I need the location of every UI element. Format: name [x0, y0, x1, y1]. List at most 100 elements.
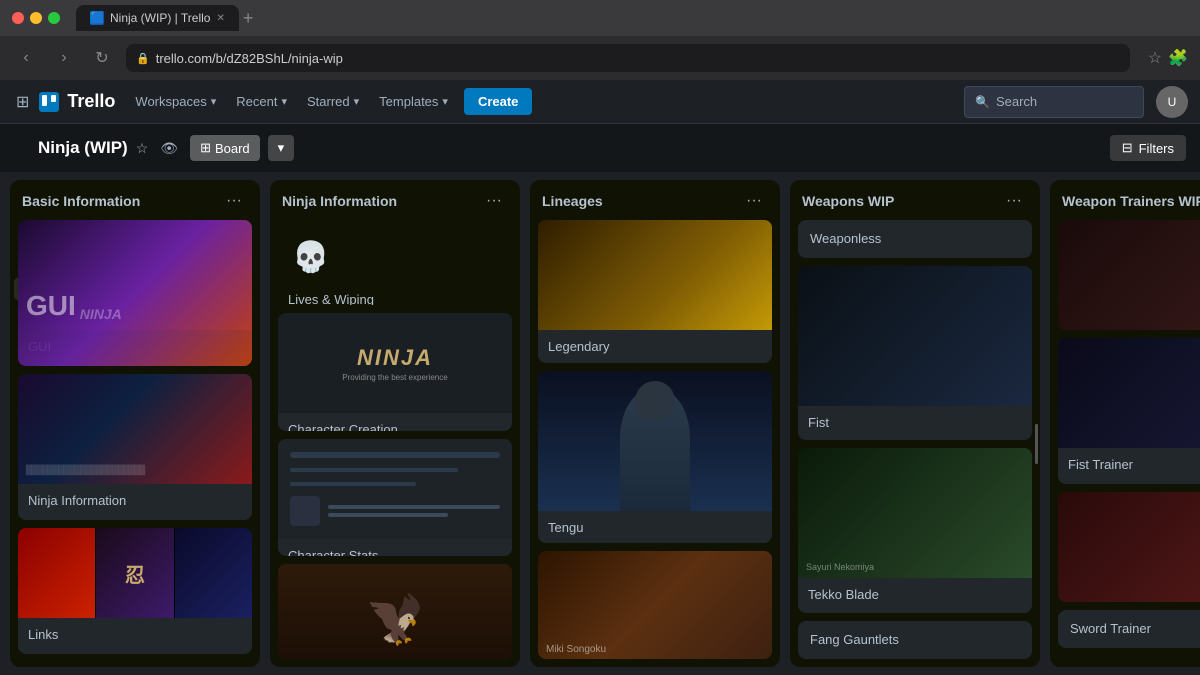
minimize-button[interactable] [30, 12, 42, 24]
browser-nav-right: ☆ 🧩 [1148, 48, 1188, 68]
forward-button[interactable]: › [50, 44, 78, 72]
skull-icon: 💀 [278, 220, 512, 283]
card-image-kenjiro: Sword Trainer Kenjiro Kaito [1058, 492, 1200, 602]
card-fang-gauntlets[interactable]: Fang Gauntlets [798, 621, 1032, 659]
column-menu-button[interactable]: ··· [740, 190, 768, 212]
column-cards: GUI NINJA GUI ██████████████████████ Nin… [10, 220, 260, 662]
card-image-hayato: Fist Trainer Hayato Arata [1058, 220, 1200, 330]
card-legendary[interactable]: Legendary [538, 220, 772, 363]
card-body: Legendary [538, 330, 772, 363]
card-body: Fist Trainer [1058, 448, 1200, 484]
card-label: Sword Trainer [1070, 621, 1151, 636]
card-body: Character Stats [278, 539, 512, 556]
card-label: Weaponless [810, 231, 881, 246]
column-weapons-wip: Weapons WIP ··· Weaponless Fist [790, 180, 1040, 667]
trello-logo[interactable]: Trello [37, 90, 115, 114]
card-image-links: 忍 [18, 528, 252, 618]
card-label: Links [28, 627, 58, 642]
card-gui[interactable]: GUI NINJA GUI [18, 220, 252, 366]
browser-navbar: ‹ › ↻ 🔒 trello.com/b/dZ82BShL/ninja-wip … [0, 36, 1200, 80]
card-image-gui: GUI NINJA [18, 220, 252, 330]
back-button[interactable]: ‹ [12, 44, 40, 72]
card-weaponless[interactable]: Weaponless [798, 220, 1032, 258]
column-menu-button[interactable]: ··· [1000, 190, 1028, 212]
card-image-ninja: ██████████████████████ [18, 374, 252, 484]
user-avatar[interactable]: U [1156, 86, 1188, 118]
card-label: Tengu [548, 520, 583, 535]
card-kenjiro[interactable]: Sword Trainer Kenjiro Kaito [1058, 492, 1200, 602]
filters-label: Filters [1139, 141, 1174, 156]
browser-chrome: 🟦 Ninja (WIP) | Trello ✕ + ‹ › ↻ 🔒 trell… [0, 0, 1200, 80]
filters-button[interactable]: ⊟ Filters [1110, 135, 1186, 161]
workspaces-menu[interactable]: Workspaces ▾ [127, 88, 224, 115]
card-fist[interactable]: Fist [798, 266, 1032, 441]
card-simple-content: Weaponless [798, 220, 1032, 258]
card-body: Lives & Wiping [278, 283, 512, 305]
chevron-down-icon: ▾ [442, 95, 448, 108]
card-image-legendary [538, 220, 772, 330]
card-hayato[interactable]: Fist Trainer Hayato Arata [1058, 220, 1200, 330]
maximize-button[interactable] [48, 12, 60, 24]
card-image-fist [798, 266, 1032, 406]
card-image-tekko: Sayuri Nekomiya [798, 448, 1032, 578]
recent-menu[interactable]: Recent ▾ [228, 88, 295, 115]
column-header: Weapon Trainers WIP ··· [1050, 180, 1200, 220]
card-image-char-stats [278, 439, 512, 539]
card-ninja-information[interactable]: ██████████████████████ Ninja Information [18, 374, 252, 520]
column-cards: Fist Trainer Hayato Arata Fist Trainer S… [1050, 220, 1200, 656]
board-star-icon[interactable]: ☆ [136, 140, 149, 157]
board-visibility-button[interactable]: 👁 [156, 136, 182, 161]
chevron-down-icon: ▾ [354, 95, 360, 108]
card-image-tengu [538, 371, 772, 511]
card-simple-content: Sword Trainer [1058, 610, 1200, 648]
refresh-button[interactable]: ↻ [88, 44, 116, 72]
board-expand-button[interactable]: ▾ [268, 135, 295, 161]
card-character-creation[interactable]: NINJA Providing the best experience Char… [278, 313, 512, 430]
column-header: Lineages ··· [530, 180, 780, 220]
grid-icon[interactable]: ⊞ [12, 88, 33, 116]
tab-favicon: 🟦 [90, 11, 104, 25]
card-body: Links [18, 618, 252, 654]
card-label: Character Creation [288, 422, 398, 430]
column-title: Weapon Trainers WIP [1062, 193, 1200, 209]
tab-close-icon[interactable]: ✕ [216, 13, 224, 24]
close-button[interactable] [12, 12, 24, 24]
new-tab-button[interactable]: + [243, 8, 254, 29]
card-image-bird: 🦅 [278, 564, 512, 659]
board-header: ‹ Ninja (WIP) ☆ 👁 ⊞ Board ▾ ⊟ Filters [0, 124, 1200, 172]
column-menu-button[interactable]: ··· [220, 190, 248, 212]
card-character-stats[interactable]: Character Stats [278, 439, 512, 556]
card-links[interactable]: 忍 Links [18, 528, 252, 654]
column-menu-button[interactable]: ··· [480, 190, 508, 212]
trello-logo-text: Trello [67, 91, 115, 112]
card-sword-trainer[interactable]: Sword Trainer [1058, 610, 1200, 648]
create-button[interactable]: Create [464, 88, 532, 115]
column-weapon-trainers-wip: Weapon Trainers WIP ··· Fist Trainer Hay… [1050, 180, 1200, 667]
card-tekko-blade[interactable]: Sayuri Nekomiya Tekko Blade [798, 448, 1032, 613]
board-grid-icon: ⊞ [200, 140, 211, 156]
board-view-button[interactable]: ⊞ Board [190, 135, 260, 161]
card-lives-wiping[interactable]: 💀 Lives & Wiping [278, 220, 512, 305]
lock-icon: 🔒 [136, 52, 150, 65]
card-tengu[interactable]: Tengu [538, 371, 772, 543]
column-title: Weapons WIP [802, 193, 894, 209]
starred-menu[interactable]: Starred ▾ [299, 88, 367, 115]
card-bird[interactable]: 🦅 [278, 564, 512, 659]
column-title: Lineages [542, 193, 603, 209]
search-box[interactable]: 🔍 Search [964, 86, 1144, 118]
address-bar[interactable]: 🔒 trello.com/b/dZ82BShL/ninja-wip [126, 44, 1130, 72]
column-cards: Legendary Tengu M [530, 220, 780, 667]
trello-app: ⊞ Trello Workspaces ▾ Recent ▾ Starred ▾… [0, 80, 1200, 675]
bookmark-star-icon[interactable]: ☆ [1148, 48, 1162, 68]
card-body: Tekko Blade [798, 578, 1032, 613]
browser-tab[interactable]: 🟦 Ninja (WIP) | Trello ✕ [76, 5, 239, 31]
card-label: Tekko Blade [808, 587, 879, 602]
card-label: Fist Trainer [1068, 457, 1133, 472]
card-fist-trainer[interactable]: Fist Trainer [1058, 338, 1200, 484]
filter-icon: ⊟ [1122, 140, 1133, 156]
templates-menu[interactable]: Templates ▾ [371, 88, 456, 115]
column-cards: Weaponless Fist Sayuri Nekomiya [790, 220, 1040, 667]
extensions-icon[interactable]: 🧩 [1168, 48, 1188, 68]
column-lineages: Lineages ··· Legendary [530, 180, 780, 667]
card-miki[interactable]: Miki Songoku [538, 551, 772, 659]
